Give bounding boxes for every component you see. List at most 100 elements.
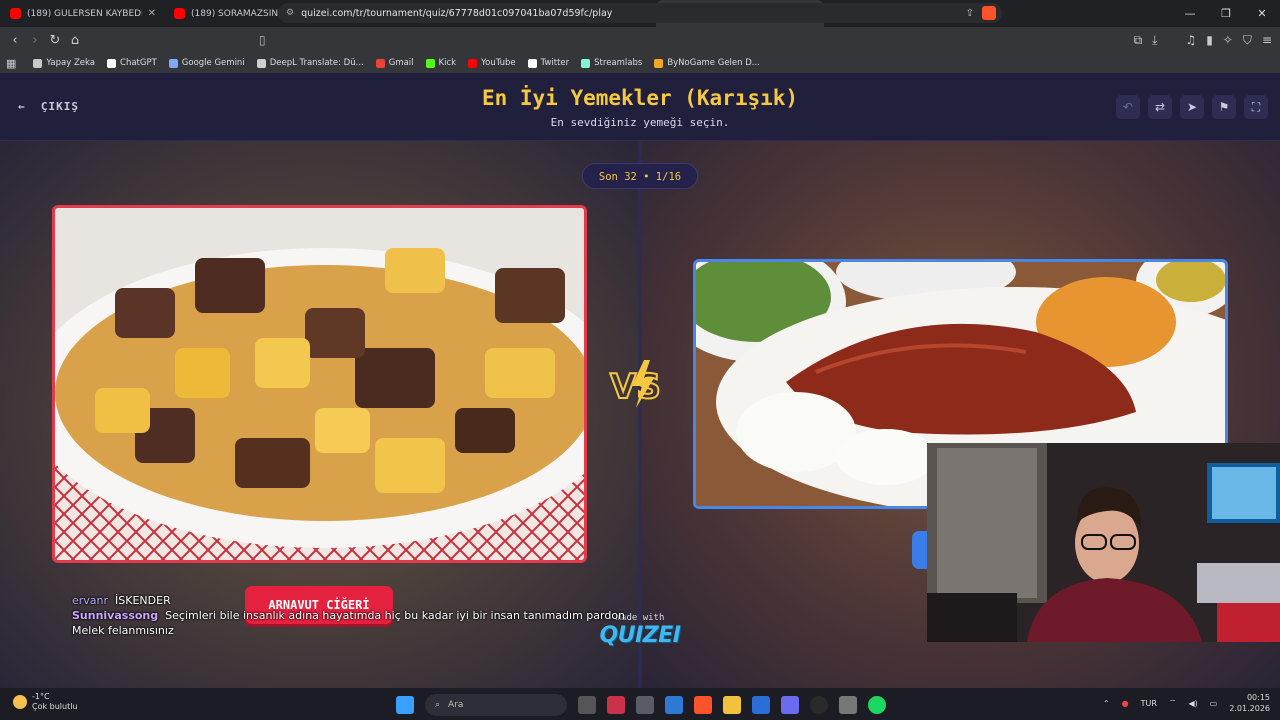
toolbar-icons: ⧉ ⤓ ♫ ▮ ✧ ⛉ ≡ xyxy=(1134,27,1272,53)
chat-user: Sunnivassong xyxy=(72,609,159,622)
clock-date: 2.01.2026 xyxy=(1229,704,1270,713)
file-explorer-icon[interactable] xyxy=(723,696,741,714)
extensions-icon[interactable]: ⧉ xyxy=(1134,33,1143,48)
minimize-button[interactable]: — xyxy=(1172,0,1208,27)
music-icon[interactable]: ♫ xyxy=(1185,33,1196,47)
bookmark-icon xyxy=(33,58,43,68)
weather-desc: Çok bulutlu xyxy=(32,702,78,711)
bookmark-icon xyxy=(256,58,266,68)
app-icon[interactable] xyxy=(810,696,828,714)
liver-cubes-image xyxy=(55,208,584,560)
streamer-camera-feed xyxy=(927,443,1280,642)
bookmark-icon[interactable]: ▯ xyxy=(259,27,266,53)
forward-icon[interactable]: › xyxy=(25,33,45,48)
wifi-icon[interactable]: ⌔ xyxy=(1169,698,1177,708)
undo-button[interactable]: ↶ xyxy=(1116,95,1140,119)
language-indicator[interactable]: TUR xyxy=(1141,699,1157,708)
swap-icon: ⇄ xyxy=(1154,100,1166,114)
bookmark-item[interactable]: YouTube xyxy=(463,58,521,68)
report-button[interactable]: ⚑ xyxy=(1212,95,1236,119)
webcam-overlay xyxy=(927,443,1280,642)
system-tray: ⌃ ● TUR ⌔ ◀) ▭ 00:15 2.01.2026 xyxy=(1103,692,1270,714)
page-title: En İyi Yemekler (Karışık) xyxy=(481,86,799,110)
brave-browser-icon[interactable] xyxy=(694,696,712,714)
bookmark-item[interactable]: Yapay Zeka xyxy=(28,58,100,68)
header-actions: ↶ ⇄ ➤ ⚑ ⛶ xyxy=(1116,95,1268,119)
bookmark-item[interactable]: Twitter xyxy=(523,58,575,68)
fullscreen-button[interactable]: ⛶ xyxy=(1244,95,1268,119)
snipping-tool-icon[interactable] xyxy=(607,696,625,714)
menu-icon[interactable]: ≡ xyxy=(1262,33,1272,47)
clock-time: 00:15 xyxy=(1246,693,1270,702)
back-icon[interactable]: ‹ xyxy=(5,33,25,48)
site-info-icon[interactable]: ⚙ xyxy=(286,8,294,18)
windows-taskbar: -1°C Çok bulutlu ⌕ Ara ⌃ ● TUR ⌔ ◀) ▭ 00… xyxy=(0,688,1280,720)
chat-text: Seçimleri bile insanlık adına hayatımda … xyxy=(165,609,626,622)
share-icon[interactable]: ⇪ xyxy=(966,8,974,19)
browser-tab[interactable]: (189) GÜLERSEN KAYBEDERSİN 2026 ✕ xyxy=(0,0,164,27)
bookmark-icon xyxy=(654,58,664,68)
chat-user: ervanr xyxy=(72,594,109,607)
bookmark-item[interactable]: ChatGPT xyxy=(102,58,162,68)
ai-icon[interactable]: ✧ xyxy=(1223,33,1233,47)
chat-text: İSKENDER xyxy=(115,594,171,607)
volume-icon[interactable]: ◀) xyxy=(1188,699,1197,708)
bookmark-item[interactable]: Gmail xyxy=(371,58,419,68)
url-field[interactable]: ⚙ quizei.com/tr/tournament/quiz/67778d01… xyxy=(278,3,1002,23)
bookmark-item[interactable]: Google Gemini xyxy=(164,58,250,68)
bookmark-icon xyxy=(375,58,385,68)
bookmark-item[interactable]: ByNoGame Gelen D... xyxy=(649,58,765,68)
maximize-button[interactable]: ❐ xyxy=(1208,0,1244,27)
chat-text: Melek felanmısınız xyxy=(72,624,174,637)
search-icon: ⌕ xyxy=(435,700,441,710)
shuffle-button[interactable]: ⇄ xyxy=(1148,95,1172,119)
stream-chat: ervanr İSKENDER Sunnivassong Seçimleri b… xyxy=(72,593,625,638)
microphone-icon[interactable]: ● xyxy=(1122,699,1129,708)
bookmark-label: Streamlabs xyxy=(594,58,643,68)
left-choice-image[interactable] xyxy=(52,205,587,563)
settings-icon[interactable] xyxy=(839,696,857,714)
apps-grid-icon[interactable]: ▦ xyxy=(6,57,16,70)
url-text: quizei.com/tr/tournament/quiz/67778d01c0… xyxy=(301,7,613,19)
center-divider xyxy=(638,141,642,688)
chat-message: Melek felanmısınız xyxy=(72,623,625,638)
task-view-icon[interactable] xyxy=(578,696,596,714)
reload-icon[interactable]: ↻ xyxy=(45,33,65,48)
taskbar-search[interactable]: ⌕ Ara xyxy=(425,694,567,716)
bookmark-item[interactable]: Kick xyxy=(421,58,462,68)
share-button[interactable]: ➤ xyxy=(1180,95,1204,119)
brave-shield-icon[interactable] xyxy=(982,6,996,20)
bookmark-item[interactable]: Streamlabs xyxy=(576,58,647,68)
bookmark-icon xyxy=(581,58,591,68)
bookmark-icon xyxy=(527,58,537,68)
store-icon[interactable] xyxy=(752,696,770,714)
close-tab-icon[interactable]: ✕ xyxy=(148,8,156,19)
tray-chevron-icon[interactable]: ⌃ xyxy=(1103,699,1110,708)
vpn-icon[interactable]: ⛉ xyxy=(1243,33,1252,48)
weather-icon xyxy=(13,695,27,709)
weather-temp: -1°C xyxy=(32,692,50,701)
download-icon[interactable]: ⤓ xyxy=(1152,33,1157,48)
vs-icon: VS xyxy=(609,360,662,408)
spotify-icon[interactable] xyxy=(868,696,886,714)
window-controls: — ❐ ✕ xyxy=(1172,0,1280,27)
fullscreen-icon: ⛶ xyxy=(1251,99,1261,114)
obs-icon[interactable] xyxy=(781,696,799,714)
bookmarks-bar: ▦ Yapay Zeka ChatGPT Google Gemini DeepL Tr… xyxy=(0,53,1280,73)
address-bar-row: ‹ › ↻ ⌂ xyxy=(0,27,1280,53)
close-window-button[interactable]: ✕ xyxy=(1244,0,1280,27)
calculator-icon[interactable] xyxy=(636,696,654,714)
bookmark-item[interactable]: DeepL Translate: Dü... xyxy=(252,58,369,68)
round-badge: Son 32 • 1/16 xyxy=(582,163,698,189)
quiz-header: ← ÇIKIŞ En İyi Yemekler (Karışık) En sev… xyxy=(0,73,1280,141)
windows-start-icon[interactable] xyxy=(396,696,414,714)
home-icon[interactable]: ⌂ xyxy=(65,33,85,48)
battery-icon[interactable]: ▭ xyxy=(1210,699,1218,708)
chat-message: ervanr İSKENDER xyxy=(72,593,625,608)
bookmark-label: Twitter xyxy=(540,58,570,68)
bookmark-icon xyxy=(468,58,478,68)
sidebar-icon[interactable]: ▮ xyxy=(1206,33,1213,47)
weather-widget[interactable]: -1°C Çok bulutlu xyxy=(13,692,78,712)
outlook-icon[interactable] xyxy=(665,696,683,714)
clock[interactable]: 00:15 2.01.2026 xyxy=(1229,692,1270,714)
